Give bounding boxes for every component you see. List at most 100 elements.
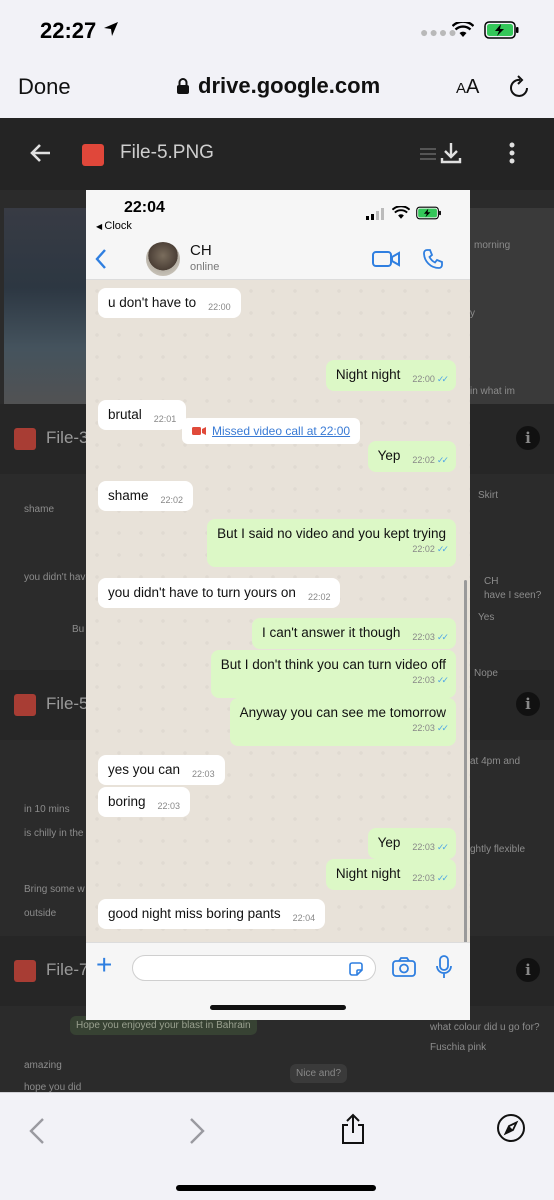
message-time: 22:00 xyxy=(412,374,435,384)
message-incoming[interactable]: shame 22:02 xyxy=(98,481,194,511)
message-incoming[interactable]: yes you can 22:03 xyxy=(98,755,225,785)
background-snippet: in 10 mins xyxy=(24,804,70,815)
message-outgoing[interactable]: I can't answer it though 22:03 ✓✓ xyxy=(251,618,456,649)
microphone-icon[interactable] xyxy=(436,955,452,979)
message-outgoing[interactable]: Night night 22:03 ✓✓ xyxy=(325,859,456,890)
info-icon[interactable]: i xyxy=(516,958,540,982)
message-list[interactable]: u don't have to 22:00 Missed video call a… xyxy=(86,280,470,1020)
message-text: Night night xyxy=(335,367,401,382)
background-snippet: Nope xyxy=(474,668,498,679)
message-time: 22:00 xyxy=(208,302,231,312)
background-snippet: CH xyxy=(484,576,499,587)
message-incoming[interactable]: brutal 22:01 xyxy=(98,400,187,430)
compass-icon[interactable] xyxy=(496,1113,526,1143)
back-to-app-link[interactable]: ◀ Clock xyxy=(96,220,132,232)
message-text: you didn't have to turn yours on xyxy=(108,585,296,600)
message-time: 22:03 xyxy=(192,769,215,779)
message-text: shame xyxy=(108,488,149,503)
background-snippet: y xyxy=(470,308,475,319)
background-snippet: hope you did xyxy=(24,1082,82,1092)
background-thumbnail xyxy=(4,208,88,408)
plus-icon[interactable]: + xyxy=(96,951,112,979)
message-text: brutal xyxy=(108,407,142,422)
message-time: 22:03 xyxy=(412,723,435,733)
phone-call-icon[interactable] xyxy=(422,248,444,270)
camera-icon[interactable] xyxy=(392,957,416,977)
message-text: good night miss boring pants xyxy=(108,906,281,921)
background-snippet: outside xyxy=(24,908,57,919)
message-outgoing[interactable]: But I don't think you can turn video off… xyxy=(210,650,456,698)
more-vert-icon[interactable] xyxy=(504,140,520,166)
share-icon[interactable] xyxy=(340,1113,366,1145)
message-time: 22:03 xyxy=(157,801,181,811)
wifi-icon xyxy=(452,22,474,37)
done-button[interactable]: Done xyxy=(18,74,71,100)
message-outgoing[interactable]: Night night 22:00 ✓✓ xyxy=(325,360,456,391)
message-text: Yep xyxy=(377,448,401,463)
message-time: 22:03 xyxy=(412,632,435,642)
reload-icon[interactable] xyxy=(508,74,532,100)
battery-charging-icon xyxy=(484,21,519,39)
background-snippet: Bu xyxy=(72,624,85,635)
forward-chevron-icon[interactable] xyxy=(188,1117,206,1145)
text-size-button[interactable]: AA xyxy=(456,76,479,99)
message-time: 22:02 xyxy=(307,592,331,602)
message-time: 22:01 xyxy=(153,414,177,424)
message-text: Anyway you can see me tomorrow xyxy=(239,705,446,720)
message-incoming[interactable]: you didn't have to turn yours on 22:02 xyxy=(98,578,341,608)
battery-charging-icon xyxy=(416,206,441,220)
message-incoming[interactable]: boring 22:03 xyxy=(98,787,191,817)
message-time: 22:03 xyxy=(412,842,435,852)
message-text: Night night xyxy=(335,866,401,881)
message-text: But I said no video and you kept trying xyxy=(217,526,446,541)
chat-header: CH online xyxy=(86,238,470,280)
message-time: 22:02 xyxy=(412,544,435,554)
background-snippet: in what im xyxy=(470,386,516,397)
background-snippet: Skirt xyxy=(478,490,498,501)
avatar[interactable] xyxy=(146,242,180,276)
inner-clock: 22:04 xyxy=(124,199,165,216)
message-time: 22:04 xyxy=(292,913,316,923)
read-receipt-icon: ✓✓ xyxy=(436,675,449,685)
contact-name[interactable]: CH xyxy=(190,242,212,259)
background-snippet: have I seen? xyxy=(484,590,542,601)
message-outgoing[interactable]: But I said no video and you kept trying 2… xyxy=(207,519,456,567)
read-receipt-icon: ✓✓ xyxy=(436,455,449,465)
drive-header: File-5.PNG xyxy=(0,118,554,190)
video-call-icon[interactable] xyxy=(372,250,400,268)
background-snippet: Fuschia pink xyxy=(430,1042,487,1053)
download-icon[interactable] xyxy=(438,140,464,166)
message-outgoing[interactable]: Yep 22:03 ✓✓ xyxy=(367,828,456,859)
message-input[interactable] xyxy=(132,955,376,981)
sticker-icon[interactable] xyxy=(348,961,364,977)
chevron-left-icon[interactable] xyxy=(94,248,108,270)
background-snippet: is chilly in the xyxy=(24,828,84,839)
background-snippet: Nice and? xyxy=(290,1064,348,1083)
background-snippet: ghtly flexible xyxy=(470,844,526,855)
read-receipt-icon: ✓✓ xyxy=(436,842,449,852)
drive-file-title: File-5.PNG xyxy=(120,142,214,163)
info-icon[interactable]: i xyxy=(516,692,540,716)
message-incoming[interactable]: u don't have to 22:00 xyxy=(98,288,241,318)
message-incoming[interactable]: good night miss boring pants 22:04 xyxy=(98,899,326,929)
missed-call-notice[interactable]: Missed video call at 22:00 xyxy=(182,418,361,444)
text-size-small-label: A xyxy=(456,80,467,97)
message-outgoing[interactable]: Anyway you can see me tomorrow 22:03 ✓✓ xyxy=(229,698,456,746)
address-bar[interactable]: drive.google.com xyxy=(176,72,380,100)
message-outgoing[interactable]: Yep 22:02 ✓✓ xyxy=(367,441,456,472)
back-arrow-icon[interactable] xyxy=(28,140,54,166)
background-snippet: at 4pm and xyxy=(470,756,521,767)
back-chevron-icon[interactable] xyxy=(28,1117,46,1145)
list-view-icon[interactable] xyxy=(420,146,436,162)
background-snippet: amazing xyxy=(24,1060,62,1071)
inner-status-bar: 22:04 ◀ Clock xyxy=(86,190,470,238)
read-receipt-icon: ✓✓ xyxy=(436,544,449,554)
info-icon[interactable]: i xyxy=(516,426,540,450)
background-snippet: Bring some w xyxy=(24,884,85,895)
background-snippet: Yes xyxy=(478,612,495,623)
image-file-icon xyxy=(14,694,36,716)
message-text: I can't answer it though xyxy=(261,625,401,640)
read-receipt-icon: ✓✓ xyxy=(436,374,449,384)
wifi-icon xyxy=(392,206,410,219)
home-indicator xyxy=(210,1005,346,1010)
